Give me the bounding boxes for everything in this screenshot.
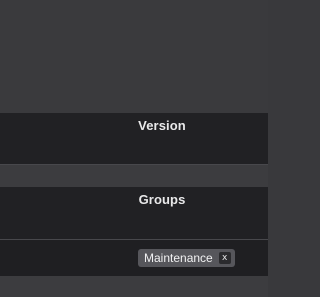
details-panel: Version Groups Maintenance x [0, 0, 268, 297]
close-icon[interactable]: x [218, 252, 231, 264]
panel-bottom-area [0, 276, 268, 297]
groups-section-title: Groups [138, 192, 186, 207]
group-tag-label: Maintenance [144, 251, 213, 265]
groups-tags-row: Maintenance x [0, 240, 268, 277]
panel-top-empty-area [0, 0, 268, 113]
version-section-title: Version [138, 118, 186, 133]
group-tag-maintenance[interactable]: Maintenance x [138, 249, 235, 267]
groups-section-header: Groups [0, 187, 268, 240]
section-divider [0, 165, 268, 187]
version-section-header: Version [0, 113, 268, 165]
